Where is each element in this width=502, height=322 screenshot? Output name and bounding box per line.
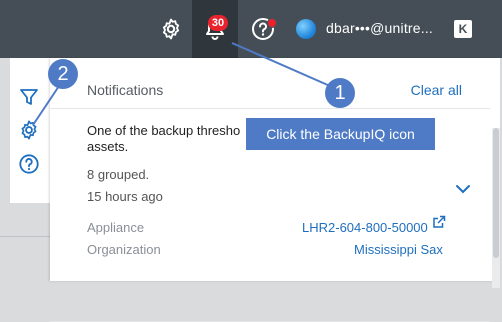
callout-connector — [231, 42, 331, 87]
instruction-tooltip: Click the BackupIQ icon — [246, 118, 435, 150]
step-callout-1: 1 — [325, 78, 355, 108]
step-callout-2: 2 — [48, 59, 78, 89]
